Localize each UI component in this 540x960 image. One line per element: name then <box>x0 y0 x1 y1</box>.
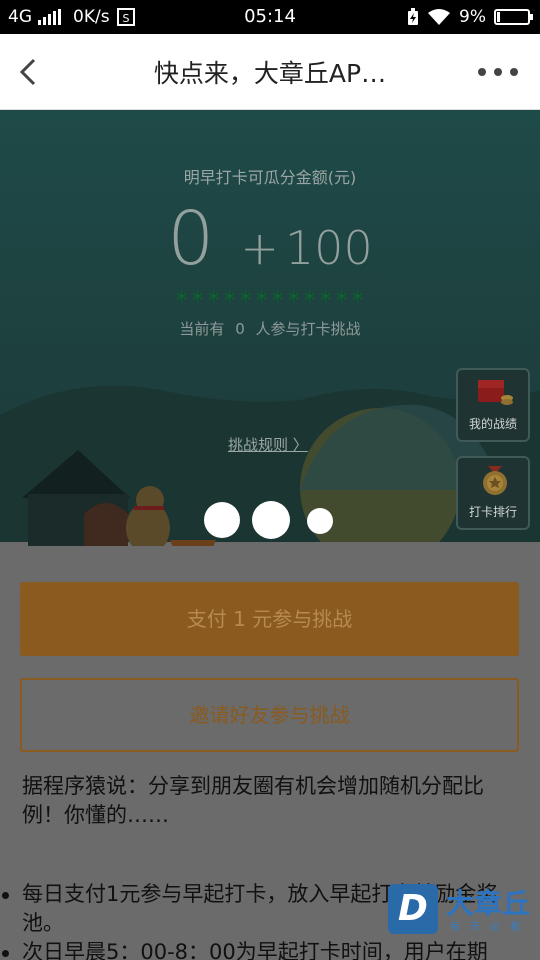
amount-caption: 明早打卡可瓜分金额(元) <box>183 168 357 187</box>
loading-dot <box>252 501 290 539</box>
challenge-rules-link[interactable]: 挑战规则 〉 <box>228 434 308 455</box>
my-record-label: 我的战绩 <box>468 417 517 431</box>
red-envelope-coins-icon <box>478 380 513 405</box>
participants-info: 当前有 0 人参与打卡挑战 <box>0 318 540 339</box>
amount-base: 0 <box>167 196 215 282</box>
ranking-button[interactable]: 打卡排行 <box>456 456 530 530</box>
nav-bar: 快点来，大章丘AP… <box>0 34 540 110</box>
amount-plus: + <box>240 221 279 275</box>
chevron-left-icon[interactable] <box>12 52 48 92</box>
share-note: 据程序猿说：分享到朋友圈有机会增加随机分配比例！你懂的…… <box>22 774 484 827</box>
wifi-icon <box>428 9 451 25</box>
loading-indicator <box>200 500 340 540</box>
bullet-icon <box>2 892 9 899</box>
watermark-title: 大章丘 <box>446 887 531 920</box>
food-bowl-icon <box>170 540 216 546</box>
loading-dot <box>307 508 333 534</box>
page-title: 快点来，大章丘AP… <box>153 59 387 88</box>
amount-display: 0 +100 <box>0 196 540 282</box>
status-right: 9% <box>407 7 533 27</box>
battery-percent: 9% <box>459 7 486 27</box>
loading-dot <box>204 502 240 538</box>
green-tip: ＊＊＊＊＊＊＊＊＊＊＊＊ <box>173 288 366 306</box>
invite-friends-button[interactable]: 邀请好友参与挑战 <box>20 678 519 752</box>
watermark-subtitle: 每天必看 <box>450 922 530 933</box>
more-dots-icon[interactable] <box>470 60 526 84</box>
rule-text: 次日早晨5：00-8：00为早起打卡时间，用户在期 <box>22 940 488 960</box>
bullet-icon <box>2 950 9 957</box>
watermark-logo: D <box>388 884 438 934</box>
hero-banner: 明早打卡可瓜分金额(元) 0 +100 ＊＊＊＊＊＊＊＊＊＊＊＊ 当前有 0 人参… <box>0 110 540 546</box>
participants-count: 0 <box>235 320 245 338</box>
medal-icon <box>483 466 507 495</box>
participants-suffix: 人参与打卡挑战 <box>255 320 361 338</box>
list-item: 次日早晨5：00-8：00为早起打卡时间，用户在期 <box>2 938 522 960</box>
participants-prefix: 当前有 <box>179 320 225 338</box>
amount-bonus: 100 <box>284 221 373 275</box>
pay-button[interactable]: 支付 1 元参与挑战 <box>20 582 519 656</box>
watermark: D 大章丘 每天必看 <box>388 884 534 936</box>
my-record-button[interactable]: 我的战绩 <box>456 368 530 442</box>
battery-saver-icon <box>408 8 419 25</box>
status-bar: 4G 0K/s S 05:14 9% <box>0 0 540 34</box>
battery-icon <box>494 9 533 25</box>
ranking-label: 打卡排行 <box>468 505 517 519</box>
